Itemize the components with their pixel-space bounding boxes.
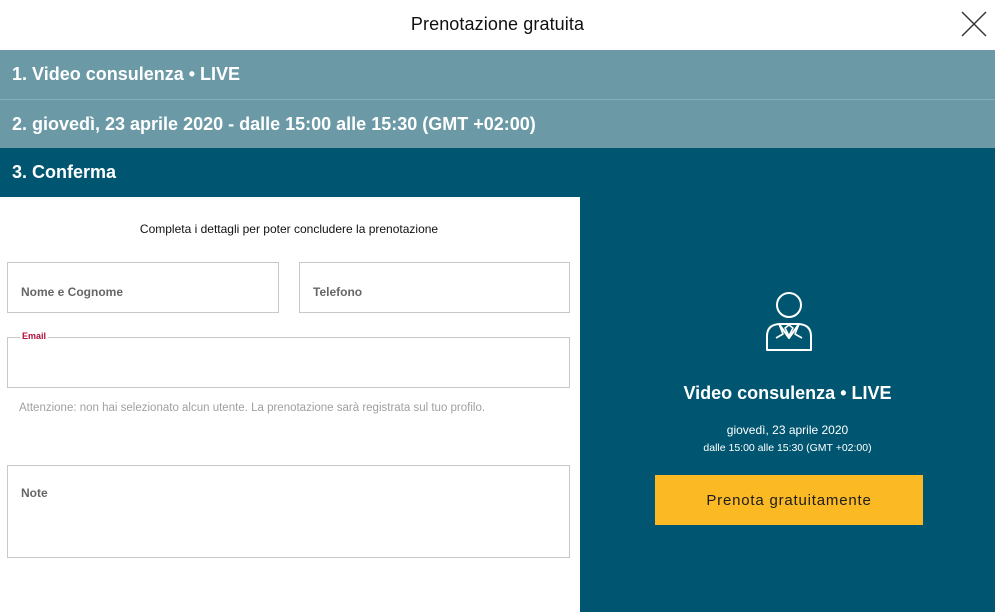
close-icon xyxy=(961,11,987,37)
form-intro: Completa i dettagli per poter concludere… xyxy=(139,222,439,236)
name-input[interactable] xyxy=(21,285,265,299)
summary-time: dalle 15:00 alle 15:30 (GMT +02:00) xyxy=(703,442,872,454)
email-label: Email xyxy=(20,331,49,341)
booking-summary: Video consulenza • LIVE giovedì, 23 apri… xyxy=(580,197,995,612)
email-input[interactable] xyxy=(21,354,556,368)
name-field-box[interactable] xyxy=(7,262,279,313)
summary-title: Video consulenza • LIVE xyxy=(683,383,892,403)
phone-input[interactable] xyxy=(313,285,556,299)
no-user-warning: Attenzione: non hai selezionato alcun ut… xyxy=(19,402,486,414)
email-field-box[interactable]: Email xyxy=(7,331,570,388)
modal-header: Prenotazione gratuita xyxy=(0,0,995,50)
summary-date: giovedì, 23 aprile 2020 xyxy=(726,423,849,437)
book-free-button[interactable]: Prenota gratuitamente xyxy=(655,475,923,525)
step-datetime[interactable]: 2. giovedì, 23 aprile 2020 - dalle 15:00… xyxy=(0,99,995,148)
phone-field-box[interactable] xyxy=(299,262,570,313)
consultant-icon xyxy=(763,292,815,352)
close-button[interactable] xyxy=(960,10,988,38)
modal-title: Prenotazione gratuita xyxy=(410,14,585,34)
step-confirm: 3. Conferma xyxy=(0,148,995,197)
booking-form: Completa i dettagli per poter concludere… xyxy=(0,197,580,612)
note-input[interactable] xyxy=(21,486,556,546)
note-field-box[interactable] xyxy=(7,465,570,558)
step-service[interactable]: 1. Video consulenza • LIVE xyxy=(0,50,995,99)
